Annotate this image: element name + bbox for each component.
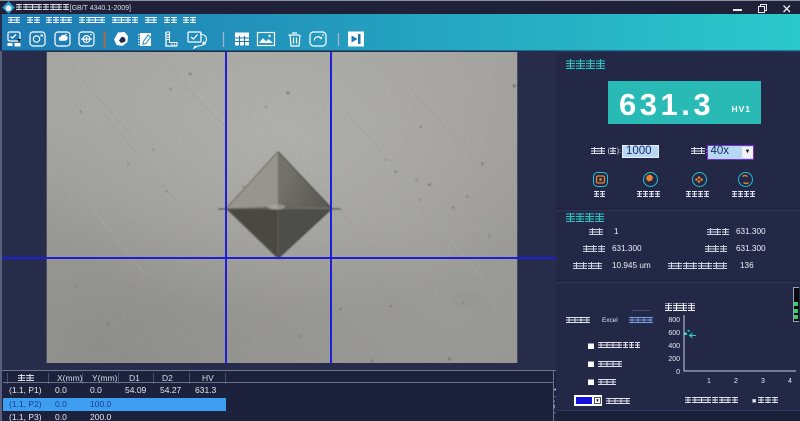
svg-text:400: 400 — [668, 343, 680, 350]
svg-text:0: 0 — [676, 369, 680, 376]
svg-text:3: 3 — [761, 378, 765, 385]
svg-text:200: 200 — [668, 356, 680, 363]
svg-text:4: 4 — [788, 378, 792, 385]
svg-text:1: 1 — [707, 378, 711, 385]
svg-text:2: 2 — [734, 378, 738, 385]
svg-text:600: 600 — [668, 330, 680, 337]
svg-text:800: 800 — [668, 317, 680, 324]
